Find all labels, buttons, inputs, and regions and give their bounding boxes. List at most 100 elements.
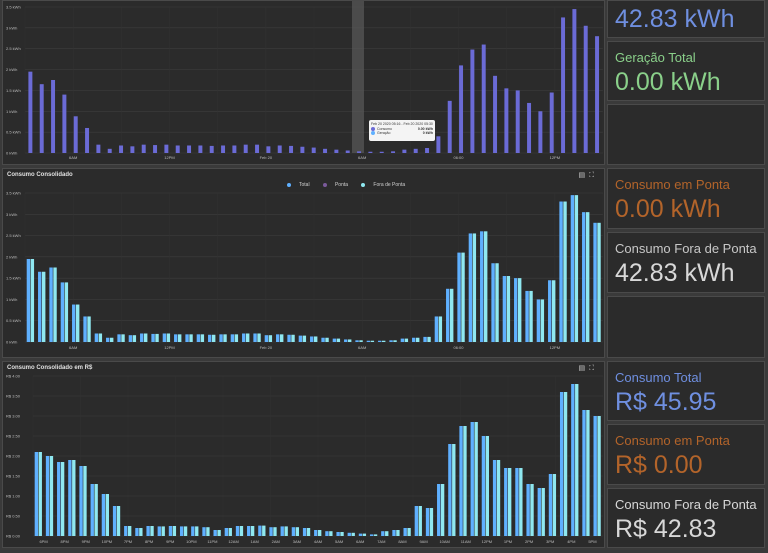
bar: [425, 508, 430, 536]
bar: [166, 333, 171, 342]
y-tick-label: 2 kWh: [6, 67, 17, 72]
bar: [459, 426, 463, 536]
bar: [68, 460, 72, 536]
bar: [242, 333, 246, 342]
x-tick-label: 3AM: [293, 539, 301, 544]
bar: [368, 151, 373, 153]
x-tick-label: 1PM: [504, 539, 512, 544]
consumo-consolidado-chart[interactable]: 0 kWh 0.5 kWh 1 kWh 1.5 kWh 2 kWh 2.5 kWh 3 kW…: [3, 169, 605, 358]
bar: [110, 337, 114, 342]
bar: [586, 410, 590, 536]
y-tick-label: 2.5 kWh: [6, 233, 21, 238]
bar: [379, 151, 384, 153]
kpi-value: R$ 45.95: [615, 388, 717, 416]
hover-highlight: [352, 1, 364, 153]
y-tick-label: 1 kWh: [6, 297, 17, 302]
bar: [60, 462, 65, 536]
bar: [235, 526, 240, 536]
x-tick-label: 12PM: [550, 155, 560, 160]
bar: [310, 336, 314, 342]
bar: [452, 444, 456, 536]
x-tick-label: 8PM: [61, 539, 69, 544]
bar: [552, 474, 557, 536]
bar: [45, 456, 50, 536]
x-tick-label: 11AM: [461, 539, 471, 544]
x-tick-label: 8AM: [398, 539, 406, 544]
bar: [49, 456, 54, 536]
consumption-chart-panel: 0 kWh 0.5 kWh 1 kWh 1.5 kWh 2 kWh 2.5 kWh 3 kW…: [2, 0, 605, 165]
bar: [62, 94, 67, 153]
kpi-card-consumo-fora-ponta-rs: Consumo Fora de Ponta R$ 42.83: [607, 488, 765, 548]
bar: [198, 145, 203, 153]
bar: [268, 335, 273, 342]
bar: [502, 276, 507, 342]
x-tick-label: 06:00: [453, 155, 464, 160]
bar: [334, 149, 339, 153]
bar: [529, 290, 533, 342]
bar: [480, 231, 484, 342]
x-tick-label: 6AM: [69, 345, 77, 350]
bar: [484, 231, 488, 342]
bar: [413, 148, 418, 153]
bar: [314, 530, 318, 536]
x-tick-label: 6AM: [358, 155, 366, 160]
bar: [300, 146, 305, 153]
bar: [212, 334, 216, 342]
y-tick-label: 0.5 kWh: [6, 318, 21, 323]
bar: [425, 147, 430, 153]
bar: [347, 532, 351, 536]
bar: [112, 506, 117, 536]
x-tick-label: 1AM: [251, 539, 259, 544]
bar: [436, 136, 441, 153]
bar: [72, 304, 76, 342]
bar: [459, 65, 464, 153]
bar: [314, 336, 318, 342]
bar: [101, 494, 106, 536]
bar: [289, 145, 294, 153]
bar: [491, 263, 495, 342]
x-tick-label: 6AM: [69, 155, 77, 160]
kpi-label: Geração Total: [615, 50, 696, 65]
bar: [141, 144, 146, 153]
x-tick-label: 11PM: [207, 539, 217, 544]
bar: [257, 333, 261, 342]
bar: [481, 44, 486, 153]
bar: [121, 334, 125, 342]
bar: [515, 468, 519, 536]
bar: [369, 534, 374, 536]
bar: [26, 258, 31, 342]
bar: [461, 252, 465, 342]
bar: [217, 530, 221, 536]
bar: [38, 271, 42, 342]
bar: [172, 526, 177, 536]
bar: [492, 460, 497, 536]
bar: [116, 506, 121, 536]
kpi-card-geracao-total: Geração Total 0.00 kWh: [607, 41, 765, 101]
bar: [183, 526, 188, 536]
bar: [174, 334, 178, 342]
kpi-card-consumo-ponta-rs: Consumo em Ponta R$ 0.00: [607, 424, 765, 485]
bar: [291, 527, 296, 536]
bar: [223, 334, 227, 342]
bar: [457, 252, 461, 342]
consumo-rs-chart[interactable]: R$ 0.00 R$ 0.50 R$ 1.00 R$ 1.50 R$ 2.00 R$ 2.…: [3, 362, 605, 548]
bar: [79, 466, 83, 536]
y-tick-label: 2 kWh: [6, 254, 17, 259]
bar: [355, 340, 359, 342]
x-tick-label: 7PM: [124, 539, 132, 544]
bar: [527, 102, 532, 153]
consumption-chart[interactable]: 0 kWh 0.5 kWh 1 kWh 1.5 kWh 2 kWh 2.5 kWh 3 kW…: [3, 1, 605, 165]
x-tick-label: 7AM: [377, 539, 385, 544]
bar: [552, 280, 556, 342]
x-tick-label: 6PM: [39, 539, 47, 544]
bar: [416, 337, 420, 342]
bar: [246, 333, 250, 342]
bar: [582, 410, 586, 536]
bar: [276, 334, 280, 342]
bar: [381, 531, 385, 536]
bar: [202, 527, 206, 536]
bar: [392, 530, 396, 536]
y-tick-label: R$ 0.50: [6, 514, 21, 519]
bar: [51, 80, 56, 153]
bar: [206, 527, 210, 536]
